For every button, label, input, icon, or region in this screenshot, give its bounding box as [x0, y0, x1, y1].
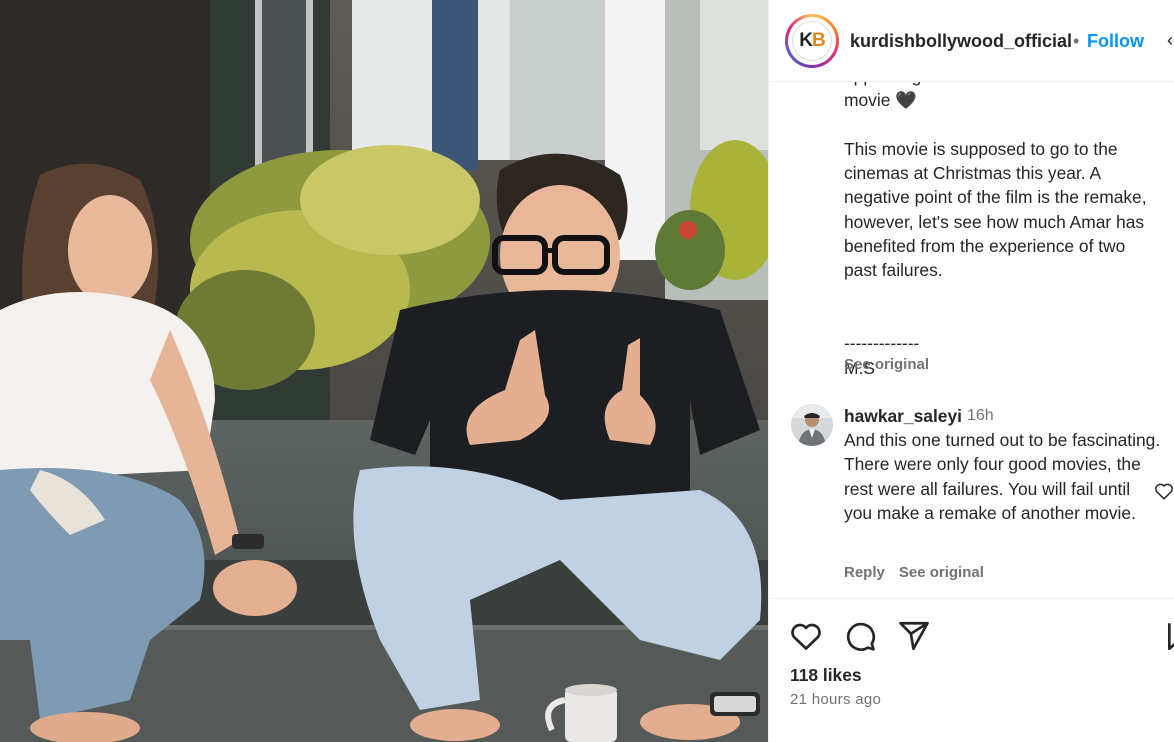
post-caption: appearing in the set of Star Zamin Par m… [844, 82, 1147, 378]
comment-like-heart-icon[interactable] [1153, 480, 1174, 502]
post-header: KB kurdishbollywood_official • Follow ‹ [769, 0, 1174, 82]
share-send-icon[interactable] [897, 619, 931, 653]
comment-text: And this one turned out to be fascinatin… [844, 430, 1161, 523]
comment-actions: Reply See original [844, 564, 998, 581]
commenter-avatar[interactable] [791, 404, 833, 446]
caption-see-original-link[interactable]: See original [844, 356, 929, 373]
likes-count[interactable]: 118 likes [790, 665, 862, 686]
comment-see-original-link[interactable]: See original [899, 564, 984, 581]
account-avatar[interactable]: KB [785, 14, 839, 68]
more-options-icon[interactable]: ‹ [1167, 30, 1173, 51]
follow-button[interactable]: Follow [1087, 31, 1144, 52]
post-footer: 118 likes 21 hours ago [769, 598, 1174, 742]
post-side-panel: KB kurdishbollywood_official • Follow ‹ … [768, 0, 1174, 742]
comment-time[interactable]: 16h [967, 407, 994, 425]
post-time-ago[interactable]: 21 hours ago [790, 691, 881, 708]
commenter-avatar-image [791, 404, 833, 446]
reply-button[interactable]: Reply [844, 564, 885, 581]
like-heart-icon[interactable] [789, 619, 823, 653]
comment-bubble-icon[interactable] [843, 619, 877, 653]
post-photo[interactable] [0, 0, 768, 742]
post-image [0, 0, 768, 742]
account-username[interactable]: kurdishbollywood_official [850, 31, 1072, 52]
comments-section[interactable]: appearing in the set of Star Zamin Par m… [769, 82, 1174, 598]
commenter-username[interactable]: hawkar_saleyi [844, 406, 962, 427]
separator-dot: • [1073, 31, 1080, 51]
brand-logo: KB [792, 21, 832, 61]
save-bookmark-icon[interactable] [1165, 619, 1174, 653]
